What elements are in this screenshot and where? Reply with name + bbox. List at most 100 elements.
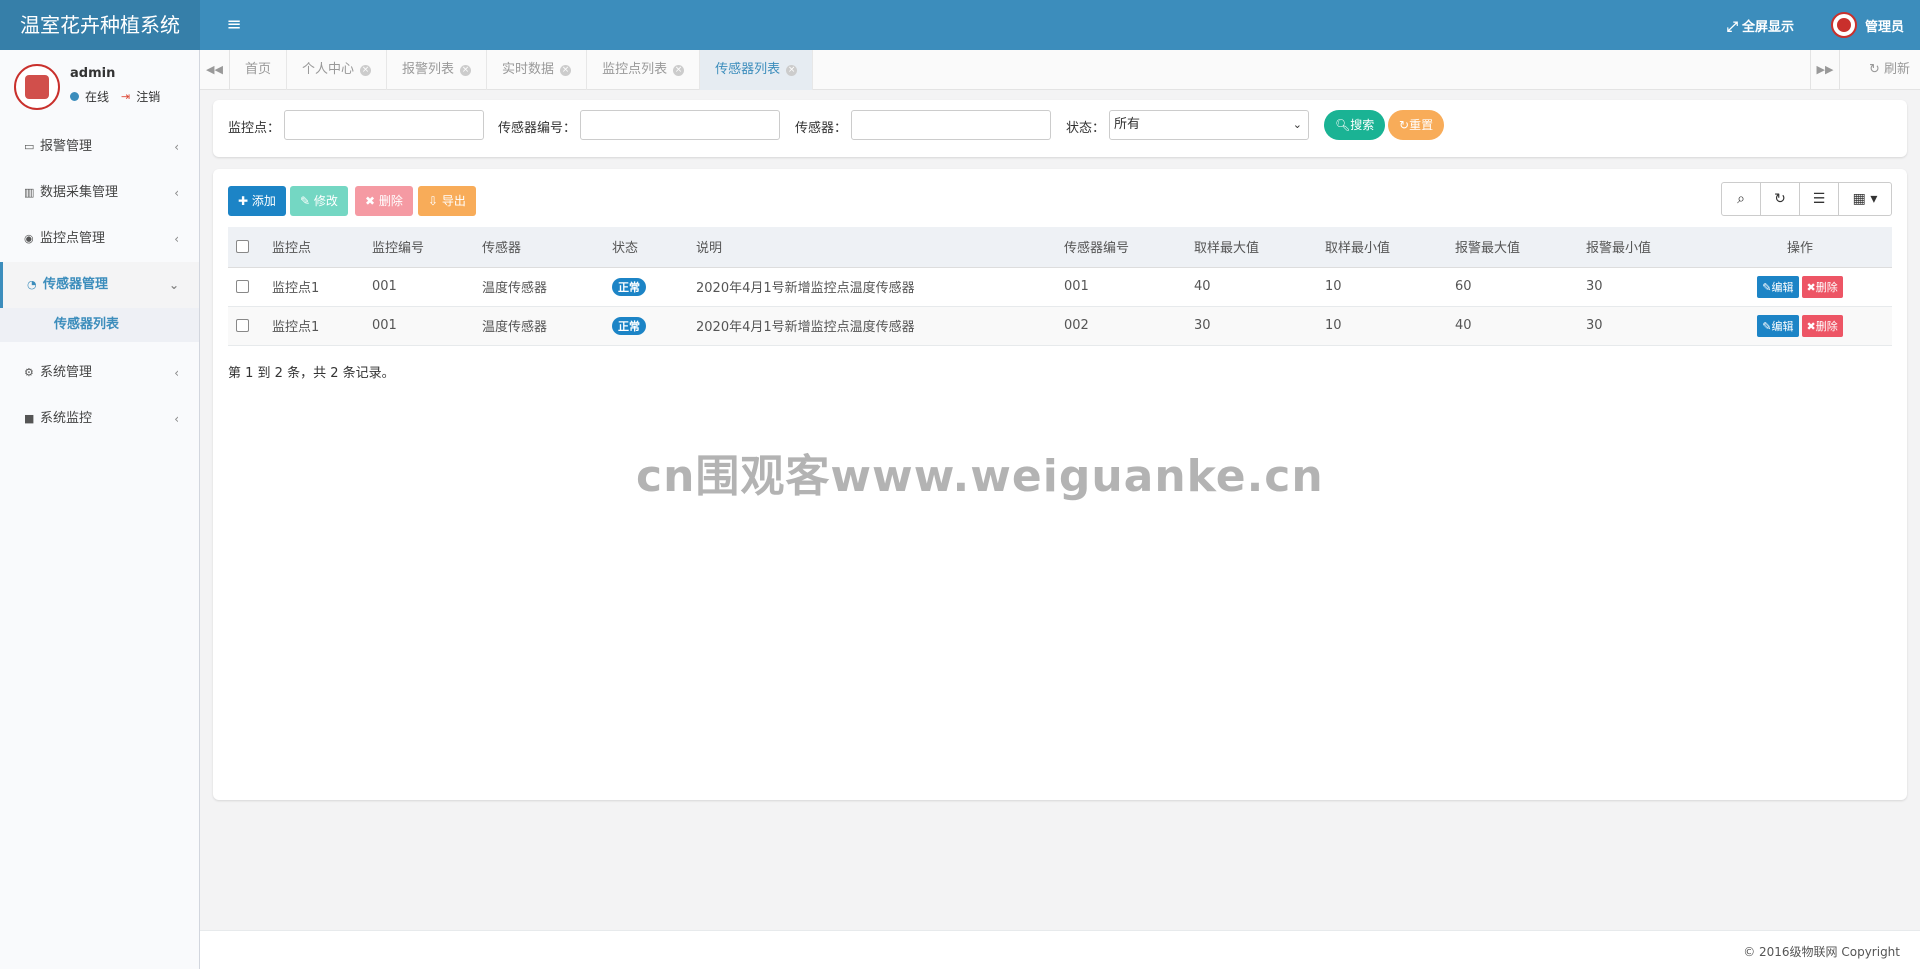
reset-button[interactable]: ↻重置 — [1388, 110, 1445, 140]
table-row[interactable]: 监控点1 001 温度传感器 正常 2020年4月1号新增监控点温度传感器 00… — [228, 267, 1892, 307]
tab-home[interactable]: 首页 — [230, 50, 288, 90]
cell-sample-min: 10 — [1317, 306, 1447, 346]
tab-alarm-list[interactable]: 报警列表 × — [387, 50, 488, 90]
refresh-icon[interactable]: ↻ — [1761, 183, 1800, 215]
logout-link[interactable]: 注销 — [136, 88, 160, 105]
col-sensor[interactable]: 传感器 — [474, 227, 604, 268]
search-panel: 监控点： 传感器编号： 传感器： 状态： 所有 ⌄ 🔍︎搜索 ↻重置 — [213, 100, 1907, 157]
tabs-scroll-right-icon[interactable]: ▶▶ — [1810, 50, 1840, 90]
copyright-text: © 2016级物联网 Copyright — [1743, 945, 1900, 959]
edit-icon: ✎ — [300, 194, 314, 208]
close-icon[interactable]: × — [673, 65, 685, 76]
tab-sensor-list[interactable]: 传感器列表 × — [700, 50, 814, 90]
sidebar-item-system[interactable]: ⚙ 系统管理 ‹ — [0, 350, 199, 396]
admin-menu[interactable]: 管理员 — [1830, 0, 1904, 50]
col-actions: 操作 — [1708, 227, 1892, 268]
delete-button-label: 删除 — [378, 194, 403, 208]
sidebar-item-label: 报警管理 — [40, 139, 93, 154]
row-edit-button[interactable]: ✎编辑 — [1757, 314, 1799, 337]
col-alarm-max[interactable]: 报警最大值 — [1447, 227, 1578, 268]
row-delete-button[interactable]: ✖删除 — [1801, 275, 1843, 298]
search-icon[interactable]: ⌕ — [1722, 183, 1761, 215]
row-edit-button[interactable]: ✎编辑 — [1757, 275, 1799, 298]
tab-monitor-point-list[interactable]: 监控点列表 × — [587, 50, 701, 90]
edit-button[interactable]: ✎ 修改 — [290, 186, 348, 216]
tab-label: 首页 — [245, 62, 272, 77]
refresh-button[interactable]: ↻ 刷新 — [1869, 50, 1910, 90]
top-header: 温室花卉种植系统 ≡ ⤢ 全屏显示 管理员 — [0, 0, 1920, 50]
add-button[interactable]: ✚ 添加 — [228, 186, 286, 216]
expand-icon: ⤢ — [1726, 19, 1738, 35]
sidebar-item-label: 数据采集管理 — [40, 185, 119, 200]
fullscreen-button[interactable]: ⤢ 全屏显示 — [1727, 0, 1794, 50]
row-checkbox[interactable] — [236, 319, 249, 332]
user-status: 在线 ⇥ 注销 — [70, 88, 160, 105]
col-monitor-code[interactable]: 监控编号 — [364, 227, 474, 268]
sidebar-toggle-icon[interactable]: ≡ — [214, 0, 254, 50]
close-icon[interactable]: × — [460, 65, 472, 76]
sensor-label: 传感器： — [795, 121, 848, 136]
select-all-cell — [228, 227, 264, 268]
cell-description: 2020年4月1号新增监控点温度传感器 — [688, 306, 1056, 346]
cell-sensor: 温度传感器 — [474, 306, 604, 346]
sidebar: admin 在线 ⇥ 注销 ▭ 报警管理 ‹ ▥ 数据采集管理 ‹ ◉ 监控点管理 ‹… — [0, 50, 200, 969]
cell-status: 正常 — [604, 267, 688, 307]
user-avatar — [14, 64, 60, 110]
row-delete-label: 删除 — [1815, 319, 1838, 333]
user-panel: admin 在线 ⇥ 注销 — [0, 50, 199, 120]
col-alarm-min[interactable]: 报警最小值 — [1578, 227, 1708, 268]
sidebar-item-sensor[interactable]: ◔ 传感器管理 ⌄ — [0, 262, 199, 308]
status-select-value: 所有 — [1114, 117, 1141, 132]
toggle-view-icon[interactable]: ☰ — [1800, 183, 1839, 215]
row-edit-label: 编辑 — [1771, 319, 1794, 333]
col-description[interactable]: 说明 — [688, 227, 1056, 268]
tab-personal-center[interactable]: 个人中心 × — [287, 50, 388, 90]
sidebar-item-system-monitor[interactable]: ■ 系统监控 ‹ — [0, 396, 199, 442]
close-icon[interactable]: × — [360, 65, 372, 76]
status-select[interactable]: 所有 ⌄ — [1109, 110, 1309, 140]
select-all-checkbox[interactable] — [236, 240, 249, 254]
cell-sensor-code: 001 — [1056, 267, 1186, 307]
row-delete-button[interactable]: ✖删除 — [1801, 314, 1843, 337]
close-icon[interactable]: × — [786, 65, 798, 76]
sidebar-item-label: 监控点管理 — [40, 231, 106, 246]
sidebar-item-monitor-point[interactable]: ◉ 监控点管理 ‹ — [0, 216, 199, 262]
row-delete-label: 删除 — [1815, 280, 1838, 294]
cell-alarm-max: 60 — [1447, 267, 1578, 307]
cell-sample-max: 30 — [1186, 306, 1317, 346]
row-select-cell — [228, 306, 264, 346]
export-button[interactable]: ⇩ 导出 — [418, 186, 476, 216]
sidebar-item-alarm[interactable]: ▭ 报警管理 ‹ — [0, 124, 199, 170]
cell-actions: ✎编辑 ✖删除 — [1708, 267, 1892, 307]
col-status[interactable]: 状态 — [604, 227, 688, 268]
sidebar-item-data-collection[interactable]: ▥ 数据采集管理 ‹ — [0, 170, 199, 216]
monitor-point-input[interactable] — [284, 110, 484, 140]
delete-button[interactable]: ✖ 删除 — [355, 186, 413, 216]
close-icon[interactable]: × — [560, 65, 572, 76]
sidebar-item-label: 传感器管理 — [43, 277, 109, 292]
col-monitor-point[interactable]: 监控点 — [264, 227, 364, 268]
col-sensor-code[interactable]: 传感器编号 — [1056, 227, 1186, 268]
columns-icon[interactable]: ▦ ▾ — [1839, 183, 1891, 215]
tabs-scroll-left-icon[interactable]: ◀◀ — [200, 50, 230, 90]
search-button[interactable]: 🔍︎搜索 — [1324, 110, 1386, 140]
chevron-left-icon: ‹ — [174, 186, 179, 200]
status-badge: 正常 — [612, 277, 646, 296]
bar-chart-icon: ▥ — [24, 186, 35, 199]
sensor-input[interactable] — [851, 110, 1051, 140]
search-button-label: 搜索 — [1350, 118, 1375, 132]
col-sample-max[interactable]: 取样最大值 — [1186, 227, 1317, 268]
cell-monitor-code: 001 — [364, 306, 474, 346]
app-title[interactable]: 温室花卉种植系统 — [0, 0, 200, 50]
sidebar-subitem-sensor-list[interactable]: 传感器列表 — [0, 308, 199, 342]
logout-icon[interactable]: ⇥ — [121, 90, 130, 103]
cell-sensor: 温度传感器 — [474, 267, 604, 307]
row-select-cell — [228, 267, 264, 307]
tab-realtime-data[interactable]: 实时数据 × — [487, 50, 588, 90]
sensor-code-input[interactable] — [580, 110, 780, 140]
row-checkbox[interactable] — [236, 280, 249, 293]
table-row[interactable]: 监控点1 001 温度传感器 正常 2020年4月1号新增监控点温度传感器 00… — [228, 306, 1892, 346]
search-icon: 🔍︎ — [1335, 118, 1351, 132]
cell-alarm-min: 30 — [1578, 306, 1708, 346]
col-sample-min[interactable]: 取样最小值 — [1317, 227, 1447, 268]
